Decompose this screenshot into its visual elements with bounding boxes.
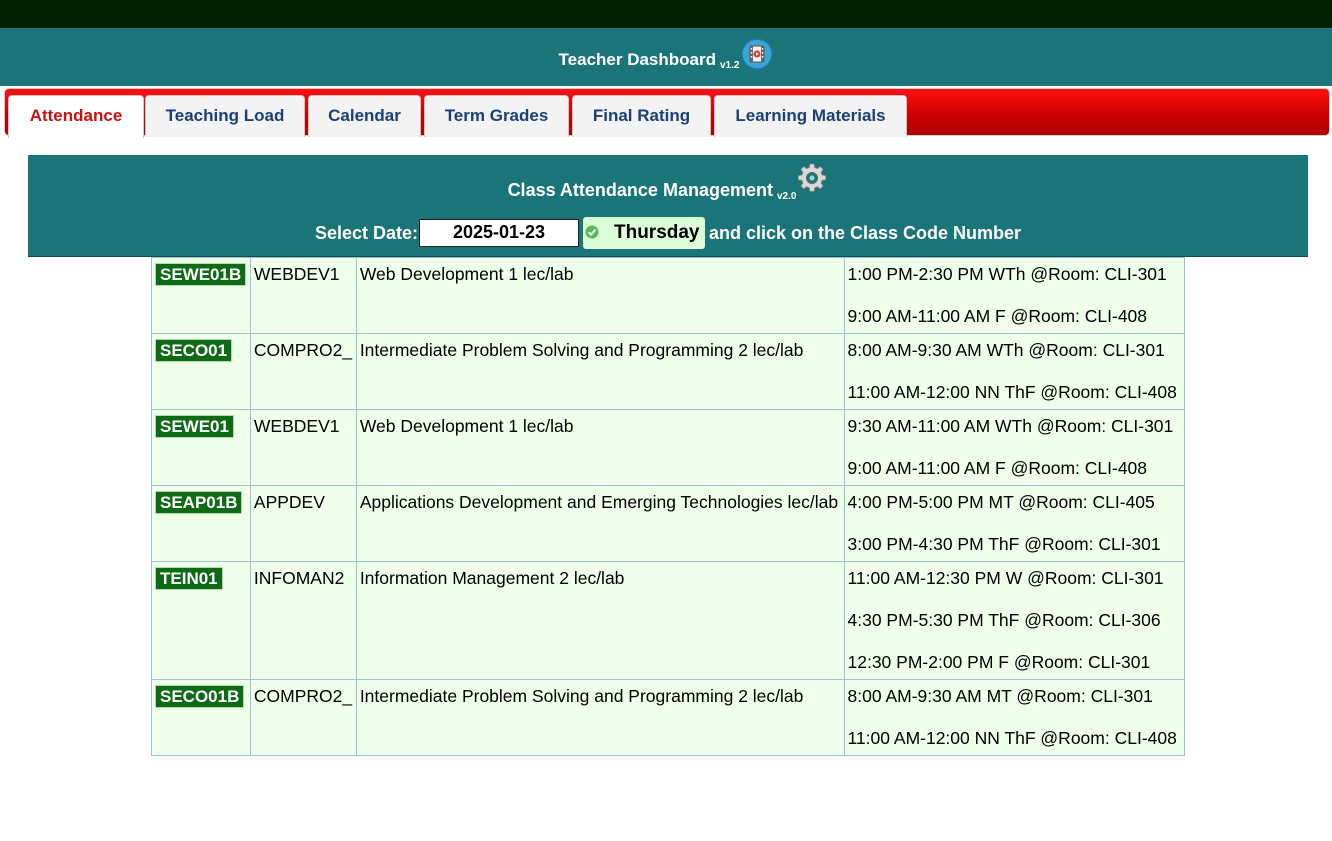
schedule-cell: 8:00 AM-9:30 AM MT @Room: CLI-301 11:00 … — [843, 679, 1185, 756]
day-name: Thursday — [613, 222, 700, 243]
date-input[interactable]: 2025-01-23 — [418, 219, 579, 247]
subject-description: Information Management 2 lec/lab — [355, 561, 845, 680]
tab-learning-materials[interactable]: Learning Materials — [714, 95, 907, 137]
schedule-line: 1:00 PM-2:30 PM WTh @Room: CLI-301 — [847, 264, 1167, 284]
class-table: SEWE01B WEBDEV1 Web Development 1 lec/la… — [151, 257, 1185, 756]
select-date-label: Select Date: — [314, 223, 418, 243]
class-code-button[interactable]: SEAP01B — [155, 491, 243, 514]
class-code-button[interactable]: SEWE01B — [155, 263, 247, 286]
top-strip — [0, 0, 1332, 28]
attendance-version: v2.0 — [776, 191, 797, 202]
subject-description: Web Development 1 lec/lab — [355, 257, 845, 334]
schedule-line: 9:00 AM-11:00 AM F @Room: CLI-408 — [847, 458, 1148, 478]
subject-code: COMPRO2_ — [249, 333, 357, 410]
schedule-cell: 8:00 AM-9:30 AM WTh @Room: CLI-301 11:00… — [843, 333, 1185, 410]
schedule-line: 3:00 PM-4:30 PM ThF @Room: CLI-301 — [847, 534, 1161, 554]
tab-attendance[interactable]: Attendance — [8, 95, 144, 138]
subject-code: APPDEV — [249, 485, 357, 562]
class-code-button[interactable]: SEWE01 — [155, 415, 234, 438]
subject-description: Intermediate Problem Solving and Program… — [355, 679, 845, 756]
table-row: TEIN01 INFOMAN2 Information Management 2… — [151, 561, 1185, 680]
table-row: SECO01 COMPRO2_ Intermediate Problem Sol… — [151, 333, 1185, 410]
schedule-line: 11:00 AM-12:00 NN ThF @Room: CLI-408 — [847, 382, 1177, 402]
attendance-title: Class Attendance Management — [507, 180, 773, 200]
table-row: SEAP01B APPDEV Applications Development … — [151, 485, 1185, 562]
tab-bar: Attendance Teaching Load Calendar Term G… — [4, 88, 1330, 138]
schedule-line: 8:00 AM-9:30 AM MT @Room: CLI-301 — [847, 686, 1153, 706]
check-icon — [585, 218, 599, 239]
subject-code: COMPRO2_ — [249, 679, 357, 756]
date-selector-row: Select Date: 2025-01-23 Thursday and clic… — [28, 217, 1308, 251]
schedule-line: 12:30 PM-2:00 PM F @Room: CLI-301 — [847, 652, 1151, 672]
video-icon[interactable] — [741, 38, 774, 70]
schedule-cell: 9:30 AM-11:00 AM WTh @Room: CLI-301 9:00… — [843, 409, 1185, 486]
schedule-line: 4:30 PM-5:30 PM ThF @Room: CLI-306 — [847, 610, 1161, 630]
subject-code: INFOMAN2 — [249, 561, 357, 680]
subject-description: Intermediate Problem Solving and Program… — [355, 333, 845, 410]
schedule-line: 8:00 AM-9:30 AM WTh @Room: CLI-301 — [847, 340, 1165, 360]
dashboard-title: Teacher Dashboard — [558, 50, 716, 69]
schedule-line: 4:00 PM-5:00 PM MT @Room: CLI-405 — [847, 492, 1155, 512]
instruction-text: and click on the Class Code Number — [708, 223, 1022, 243]
schedule-line: 9:00 AM-11:00 AM F @Room: CLI-408 — [847, 306, 1148, 326]
class-code-button[interactable]: SECO01 — [155, 339, 233, 362]
schedule-line: 11:00 AM-12:30 PM W @Room: CLI-301 — [847, 568, 1164, 588]
tab-final-rating[interactable]: Final Rating — [572, 95, 711, 137]
class-code-button[interactable]: SECO01B — [155, 685, 245, 708]
schedule-line: 9:30 AM-11:00 AM WTh @Room: CLI-301 — [847, 416, 1174, 436]
table-row: SECO01B COMPRO2_ Intermediate Problem So… — [151, 679, 1185, 756]
tab-term-grades[interactable]: Term Grades — [424, 95, 569, 137]
tab-calendar[interactable]: Calendar — [308, 95, 421, 137]
table-row: SEWE01 WEBDEV1 Web Development 1 lec/lab… — [151, 409, 1185, 486]
day-badge: Thursday — [582, 217, 705, 249]
schedule-line: 11:00 AM-12:00 NN ThF @Room: CLI-408 — [847, 728, 1177, 748]
subject-code: WEBDEV1 — [249, 409, 357, 486]
gear-icon[interactable] — [796, 162, 828, 194]
tab-teaching-load[interactable]: Teaching Load — [145, 95, 305, 137]
attendance-header: Class Attendance Management v2.0 Select D… — [28, 155, 1308, 257]
schedule-cell: 4:00 PM-5:00 PM MT @Room: CLI-405 3:00 P… — [843, 485, 1185, 562]
dashboard-version: v1.2 — [720, 60, 740, 72]
dashboard-header: Teacher Dashboard v1.2 — [0, 28, 1332, 86]
schedule-cell: 1:00 PM-2:30 PM WTh @Room: CLI-301 9:00 … — [843, 257, 1185, 334]
table-row: SEWE01B WEBDEV1 Web Development 1 lec/la… — [151, 257, 1185, 334]
subject-description: Applications Development and Emerging Te… — [355, 485, 845, 562]
class-code-button[interactable]: TEIN01 — [155, 567, 223, 590]
schedule-cell: 11:00 AM-12:30 PM W @Room: CLI-301 4:30 … — [843, 561, 1185, 680]
subject-description: Web Development 1 lec/lab — [355, 409, 845, 486]
subject-code: WEBDEV1 — [249, 257, 357, 334]
